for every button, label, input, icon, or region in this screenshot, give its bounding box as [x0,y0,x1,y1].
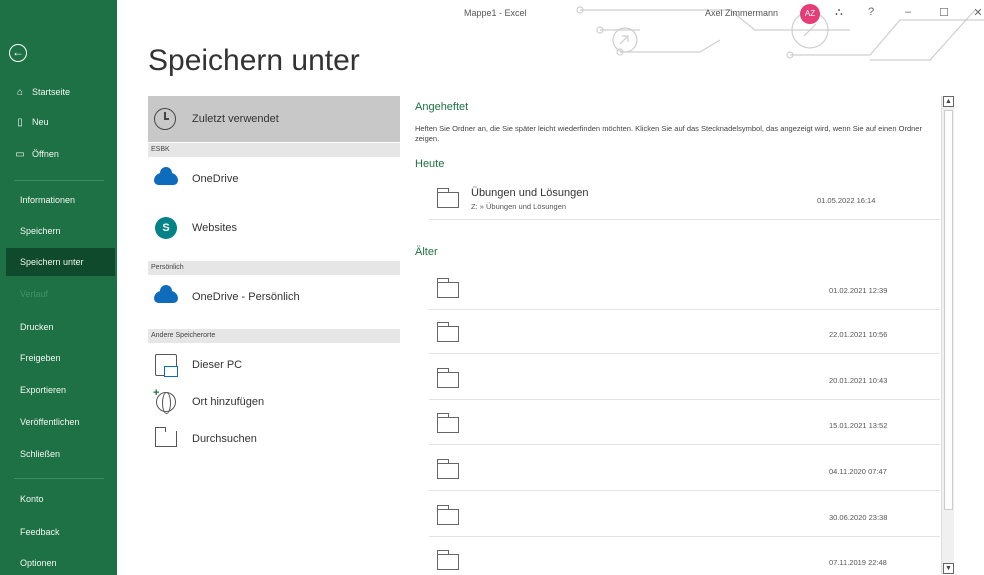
nav-item-startseite[interactable]: ⌂ Startseite [6,78,115,106]
folder-icon [436,322,459,342]
folder-icon [436,459,459,479]
folder-row[interactable]: Übungen und Lösungen Z: » Übungen und Lö… [429,180,940,220]
nav-item-drucken[interactable]: Drucken [6,313,115,341]
today-section-title: Heute [415,158,445,170]
nav-item-oeffnen[interactable]: ▭ Öffnen [6,140,115,168]
pinned-section-title: Angeheftet [415,101,469,113]
folder-row[interactable]: 22.01.2021 10:56 [429,314,940,354]
nav-divider [14,180,104,181]
nav-item-speichern[interactable]: Speichern [6,217,115,245]
location-label: OneDrive - Persönlich [192,291,300,303]
folder-date: 30.06.2020 23:38 [829,513,888,522]
location-label: Durchsuchen [192,433,257,445]
folder-row[interactable]: 01.02.2021 12:39 [429,270,940,310]
folder-row[interactable]: 04.11.2020 07:47 [429,451,940,491]
nav-item-optionen[interactable]: Optionen [6,549,115,575]
window-title: Mappe1 - Excel [464,8,527,18]
location-onedrive-personal[interactable]: OneDrive - Persönlich [148,282,400,312]
nav-item-speichern-unter[interactable]: Speichern unter [6,248,115,276]
clock-icon [154,108,176,130]
folder-icon [436,413,459,433]
folder-row[interactable]: 07.11.2019 22:48 [429,542,940,575]
location-onedrive[interactable]: OneDrive [148,164,400,194]
scroll-down-icon[interactable]: ▼ [943,563,954,574]
backstage-nav: ← ⌂ Startseite ▯ Neu ▭ Öffnen Informatio… [0,0,117,575]
nav-item-freigeben[interactable]: Freigeben [6,344,115,372]
minimize-button[interactable]: – [900,6,916,18]
pinned-description: Heften Sie Ordner an, die Sie später lei… [415,124,922,143]
folder-date: 22.01.2021 10:56 [829,330,888,339]
folder-path: Z: » Übungen und Lösungen [471,202,567,211]
location-label: Ort hinzufügen [192,396,265,408]
folder-row[interactable]: 15.01.2021 13:52 [429,405,940,445]
folder-date: 04.11.2020 07:47 [829,467,887,476]
title-bar: Mappe1 - Excel Axel Zimmermann AZ ⛬ ? – … [117,0,984,30]
folder-icon [436,278,459,298]
location-browse[interactable]: Durchsuchen [148,424,400,454]
nav-item-veroeffentlichen[interactable]: Veröffentlichen [6,408,115,436]
folder-name: Übungen und Lösungen [471,187,589,199]
folder-date: 15.01.2021 13:52 [829,421,888,430]
folder-row[interactable]: 20.01.2021 10:43 [429,360,940,400]
onedrive-cloud-icon [154,167,178,185]
folder-date: 07.11.2019 22:48 [829,558,887,567]
location-label: Dieser PC [192,359,243,371]
user-name[interactable]: Axel Zimmermann [705,8,778,18]
scroll-up-icon[interactable]: ▲ [943,96,954,107]
nav-divider [14,478,104,479]
location-this-pc[interactable]: Dieser PC [148,350,400,380]
location-websites[interactable]: S Websites [148,213,400,243]
folder-row[interactable]: 30.06.2020 23:38 [429,497,940,537]
new-file-icon: ▯ [17,116,23,128]
location-label: OneDrive [192,173,239,185]
coauthor-icon[interactable]: ⛬ [831,6,847,19]
nav-item-label: Neu [32,117,49,127]
nav-item-label: Öffnen [32,149,59,159]
nav-item-informationen[interactable]: Informationen [6,186,115,214]
help-icon[interactable]: ? [863,6,879,18]
folder-date: 01.05.2022 16:14 [817,196,876,205]
folder-icon [436,505,459,525]
nav-item-feedback[interactable]: Feedback [6,518,115,546]
folder-icon [436,188,459,208]
location-add-place[interactable]: + Ort hinzufügen [148,387,400,417]
sharepoint-icon: S [155,217,177,239]
location-recent[interactable]: Zuletzt verwendet [148,96,400,142]
nav-item-konto[interactable]: Konto [6,485,115,513]
folder-icon [436,550,459,570]
close-button[interactable]: ✕ [970,6,984,19]
location-label: Websites [192,222,238,234]
vertical-scrollbar[interactable]: ▲ ▼ [941,96,954,574]
folder-icon [436,368,459,388]
folder-date: 20.01.2021 10:43 [829,376,888,385]
nav-item-schliessen[interactable]: Schließen [6,440,115,468]
open-folder-icon: ▭ [15,148,25,160]
page-title: Speichern unter [148,44,360,77]
maximize-button[interactable]: ☐ [936,6,952,19]
nav-item-verlauf: Verlauf [20,289,49,299]
back-arrow-icon[interactable]: ← [9,44,27,62]
folder-date: 01.02.2021 12:39 [829,286,888,295]
location-group-header: ESBK [148,143,400,157]
add-place-globe-icon: + [153,387,176,414]
browse-folder-icon [154,427,177,447]
onedrive-cloud-icon [154,285,178,303]
avatar[interactable]: AZ [800,4,820,24]
home-icon: ⌂ [16,86,24,98]
nav-item-exportieren[interactable]: Exportieren [6,376,115,404]
nav-item-label: Startseite [32,87,71,97]
nav-item-neu[interactable]: ▯ Neu [6,108,115,136]
location-group-header: Andere Speicherorte [148,329,400,343]
computer-icon [155,354,178,377]
scrollbar-thumb[interactable] [944,110,953,510]
older-section-title: Älter [415,246,438,258]
location-group-header: Persönlich [148,261,400,275]
location-label: Zuletzt verwendet [192,113,279,125]
